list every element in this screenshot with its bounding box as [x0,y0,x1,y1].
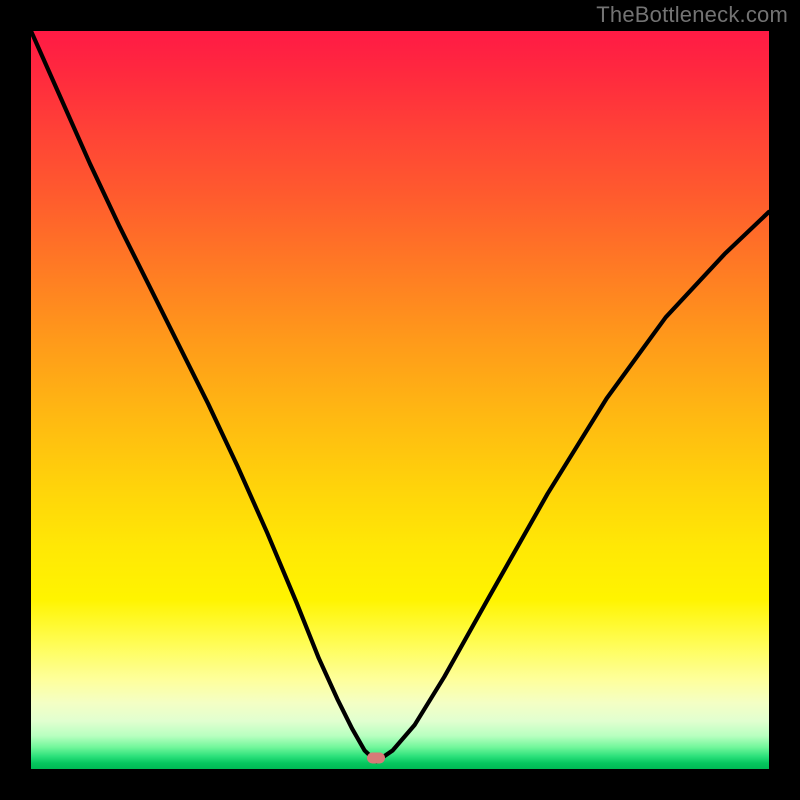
plot-area [31,31,769,769]
chart-frame: TheBottleneck.com [0,0,800,800]
bottleneck-curve [31,31,769,769]
minimum-marker-icon [367,752,385,763]
watermark-text: TheBottleneck.com [596,2,788,28]
